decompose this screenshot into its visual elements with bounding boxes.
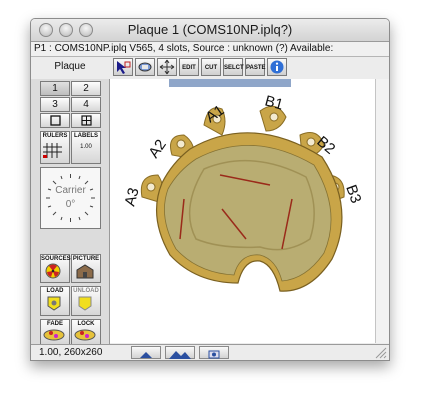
fade-button[interactable]: FADE [40, 319, 70, 345]
unload-icon [78, 296, 92, 311]
single-view-button[interactable] [40, 113, 70, 128]
lock-icon [74, 329, 96, 341]
lock-button[interactable]: LOCK [71, 319, 101, 345]
left-control-panel: 1 2 3 4 RULERS LABELS 1.00 Carrier 0° SO… [31, 79, 110, 345]
slot-button-4[interactable]: 4 [71, 97, 101, 112]
carrier-angle: 0° [65, 199, 76, 210]
unload-button[interactable]: UNLOAD [71, 286, 101, 316]
carrier-tool-button[interactable] [135, 58, 155, 76]
slot-label-a3: A3 [121, 186, 142, 208]
plaque-label: Plaque [54, 61, 86, 72]
zoom-fit-button[interactable] [199, 346, 229, 359]
zoom-status-text: 1.00, 260x260 [39, 347, 103, 358]
toolbar: EDIT CUT SELCT PASTE [109, 57, 389, 79]
status-bar: 1.00, 260x260 [31, 344, 389, 360]
slot-button-2[interactable]: 2 [71, 81, 101, 96]
slot-button-1[interactable]: 1 [40, 81, 70, 96]
top-ruler [169, 79, 291, 87]
radiation-icon [45, 263, 61, 279]
sources-button[interactable]: SOURCES [40, 254, 71, 283]
slot-label-a2: A2 [145, 137, 169, 162]
paste-button[interactable]: PASTE [245, 58, 266, 76]
mountain-large-icon [169, 351, 191, 359]
slot-button-3[interactable]: 3 [40, 97, 70, 112]
picture-icon [76, 264, 94, 279]
fade-icon [43, 329, 65, 341]
labels-scale-value: 1.00 [80, 144, 92, 150]
edit-button[interactable]: EDIT [179, 58, 199, 76]
dial-ticks-icon [46, 174, 95, 222]
resize-grip-icon[interactable] [375, 347, 387, 359]
plaque-info-text: P1 : COMS10NP.iplq V565, 4 slots, Source… [31, 42, 389, 57]
rulers-grid-icon [43, 143, 62, 158]
grid-icon [81, 115, 92, 126]
move-icon [159, 59, 175, 75]
cut-button[interactable]: CUT [201, 58, 221, 76]
plaque-window: Plaque 1 (COMS10NP.iplq?) P1 : COMS10NP.… [30, 18, 390, 361]
zoom-fit-icon [208, 350, 220, 359]
plaque-canvas[interactable]: A1 B1 A2 B2 A3 B3 [110, 79, 375, 343]
picture-button[interactable]: PICTURE [71, 254, 101, 283]
load-button[interactable]: LOAD [40, 286, 70, 316]
carrier-icon [138, 62, 152, 72]
select-button[interactable]: SELCT [223, 58, 244, 76]
carrier-rotation-dial[interactable]: Carrier 0° [40, 167, 101, 229]
square-icon [50, 115, 61, 126]
vertical-scrollbar[interactable] [375, 79, 389, 343]
info-icon [270, 60, 284, 74]
eye-plaque-drawing[interactable]: A1 B1 A2 B2 A3 B3 [110, 79, 375, 343]
pointer-icon [117, 61, 131, 74]
pointer-tool-button[interactable] [113, 58, 133, 76]
title-bar[interactable]: Plaque 1 (COMS10NP.iplq?) [31, 19, 389, 42]
zoom-large-button[interactable] [165, 346, 195, 359]
info-button[interactable] [267, 58, 287, 76]
zoom-small-button[interactable] [131, 346, 161, 359]
mountain-small-icon [140, 352, 152, 358]
labels-button[interactable]: LABELS 1.00 [71, 131, 101, 164]
rulers-button[interactable]: RULERS [40, 131, 70, 164]
carrier-label: Carrier [55, 185, 86, 196]
slot-label-b3: B3 [342, 183, 364, 206]
load-icon [47, 296, 61, 311]
grid-view-button[interactable] [71, 113, 101, 128]
labels-label: LABELS [74, 133, 98, 139]
move-tool-button[interactable] [157, 58, 177, 76]
window-title: Plaque 1 (COMS10NP.iplq?) [127, 22, 293, 37]
